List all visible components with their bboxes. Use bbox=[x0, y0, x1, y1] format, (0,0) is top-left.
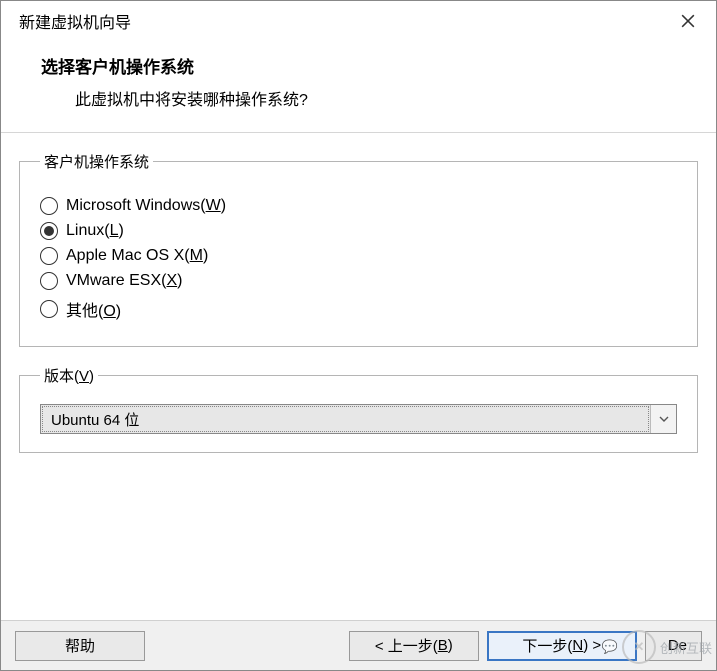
wizard-window: 新建虚拟机向导 选择客户机操作系统 此虚拟机中将安装哪种操作系统? 客户机操作系… bbox=[0, 0, 717, 671]
radio-label: VMware ESX(X) bbox=[66, 272, 182, 290]
radio-label: Apple Mac OS X(M) bbox=[66, 247, 208, 265]
help-button[interactable]: 帮助 bbox=[15, 631, 145, 661]
radio-icon bbox=[40, 272, 58, 290]
next-button[interactable]: 下一步(N) > bbox=[487, 631, 637, 661]
header: 选择客户机操作系统 此虚拟机中将安装哪种操作系统? bbox=[1, 41, 716, 132]
window-title: 新建虚拟机向导 bbox=[19, 9, 668, 33]
radio-label: 其他(O) bbox=[66, 297, 121, 321]
radio-other[interactable]: 其他(O) bbox=[40, 297, 677, 321]
os-fieldset: 客户机操作系统 Microsoft Windows(W) Linux(L) Ap… bbox=[19, 151, 698, 347]
titlebar: 新建虚拟机向导 bbox=[1, 1, 716, 41]
close-icon[interactable] bbox=[668, 1, 708, 41]
back-button[interactable]: < 上一步(B) bbox=[349, 631, 479, 661]
os-legend: 客户机操作系统 bbox=[40, 151, 153, 172]
radio-linux[interactable]: Linux(L) bbox=[40, 222, 677, 240]
radio-icon bbox=[40, 222, 58, 240]
version-dropdown[interactable]: Ubuntu 64 位 bbox=[40, 404, 677, 434]
page-subtitle: 此虚拟机中将安装哪种操作系统? bbox=[41, 86, 698, 110]
page-title: 选择客户机操作系统 bbox=[41, 53, 698, 78]
radio-vmware-esx[interactable]: VMware ESX(X) bbox=[40, 272, 677, 290]
radio-label: Microsoft Windows(W) bbox=[66, 197, 226, 215]
cancel-button[interactable]: De bbox=[645, 631, 702, 661]
version-fieldset: 版本(V) Ubuntu 64 位 bbox=[19, 365, 698, 453]
footer-buttons: < 上一步(B) 下一步(N) > De bbox=[349, 631, 702, 661]
radio-icon bbox=[40, 247, 58, 265]
radio-icon bbox=[40, 197, 58, 215]
radio-label: Linux(L) bbox=[66, 222, 124, 240]
body: 客户机操作系统 Microsoft Windows(W) Linux(L) Ap… bbox=[1, 133, 716, 620]
footer: 帮助 < 上一步(B) 下一步(N) > De 💬 ✕ 创新互联 bbox=[1, 620, 716, 670]
radio-icon bbox=[40, 300, 58, 318]
radio-macos[interactable]: Apple Mac OS X(M) bbox=[40, 247, 677, 265]
version-legend: 版本(V) bbox=[40, 365, 98, 386]
chevron-down-icon[interactable] bbox=[650, 405, 676, 433]
version-selected: Ubuntu 64 位 bbox=[41, 405, 650, 433]
radio-windows[interactable]: Microsoft Windows(W) bbox=[40, 197, 677, 215]
